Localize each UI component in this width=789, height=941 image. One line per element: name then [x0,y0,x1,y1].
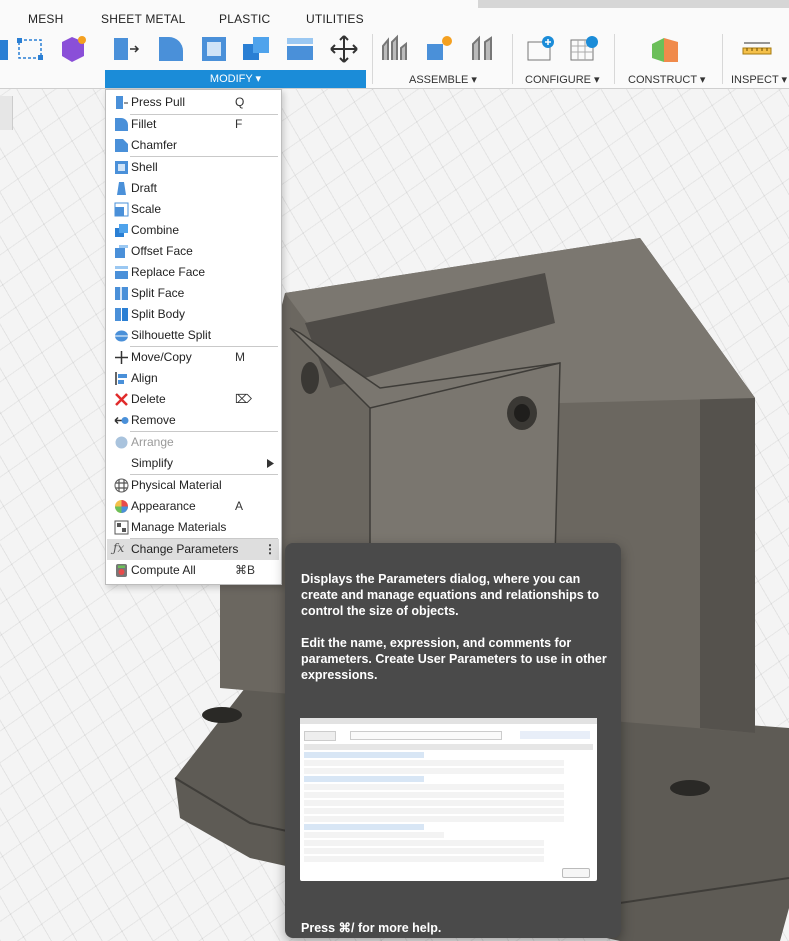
silhouette-split-icon [115,330,128,342]
menu-item-manage-materials[interactable]: Manage Materials [107,517,279,538]
press-pull-tool-icon[interactable] [111,34,141,64]
fx-icon: ƒx [113,541,125,555]
submenu-arrow-icon [267,459,274,468]
menu-item-align[interactable]: Align [107,368,279,389]
create-tool-icon[interactable] [0,34,10,64]
offset-face-icon [115,245,128,258]
menu-item-simplify[interactable]: Simplify [107,453,279,474]
fillet-tool-icon[interactable] [156,34,186,64]
menu-item-split-face[interactable]: Split Face [107,283,279,304]
form-icon[interactable] [58,34,88,64]
mount-hole [670,780,710,796]
draft-icon [117,182,126,195]
move-tool-icon[interactable] [329,34,359,64]
shell-icon [115,161,128,174]
compute-all-icon [116,564,127,577]
menu-item-move-copy[interactable]: Move/Copy M [107,347,279,368]
configure-group-button[interactable]: CONFIGURE ▾ [525,73,600,86]
remove-icon [114,416,129,425]
tab-utilities[interactable]: UTILITIES [306,12,364,26]
delete-icon [115,393,128,406]
menu-item-scale[interactable]: Scale [107,199,279,220]
menu-item-draft[interactable]: Draft [107,178,279,199]
sketch-pattern-icon[interactable] [15,34,45,64]
align-icon [115,372,127,385]
toolbar-separator [512,34,513,84]
replace-face-tool-icon[interactable] [285,34,315,64]
inspect-group-button[interactable]: INSPECT ▾ [731,73,787,86]
menu-item-replace-face[interactable]: Replace Face [107,262,279,283]
menu-item-appearance[interactable]: Appearance A [107,496,279,517]
shell-tool-icon[interactable] [199,34,229,64]
combine-icon [115,224,128,237]
workspace-tabs: MESH SHEET METAL PLASTIC UTILITIES [0,0,789,36]
move-copy-icon [115,351,128,364]
scale-icon [114,202,129,217]
modify-menu: Press Pull Q Fillet F Chamfer Shell Draf… [105,89,282,585]
appearance-icon [115,500,128,513]
arrange-icon [115,436,128,449]
toolbar: MESH SHEET METAL PLASTIC UTILITIES MODIF… [0,0,789,89]
new-component-icon[interactable] [424,34,454,64]
menu-item-offset-face[interactable]: Offset Face [107,241,279,262]
menu-item-combine[interactable]: Combine [107,220,279,241]
tooltip-description: Displays the Parameters dialog, where yo… [301,572,599,618]
menu-item-remove[interactable]: Remove [107,410,279,431]
replace-face-icon [115,266,128,279]
construct-plane-icon[interactable] [650,34,680,64]
command-tooltip: Displays the Parameters dialog, where yo… [285,543,621,938]
toolbar-separator [722,34,723,84]
toolbar-separator [614,34,615,84]
menu-item-fillet[interactable]: Fillet F [107,114,279,135]
construct-group-button[interactable]: CONSTRUCT ▾ [628,73,705,86]
split-body-icon [115,308,128,321]
tab-mesh[interactable]: MESH [28,12,63,26]
measure-icon[interactable] [742,34,772,64]
mount-hole [202,707,242,723]
tooltip-detail: Edit the name, expression, and comments … [301,636,607,682]
split-face-icon [115,287,128,300]
configure-grid-icon[interactable] [569,34,599,64]
menu-item-compute-all[interactable]: Compute All ⌘B [107,560,279,581]
more-options-icon[interactable]: ⋮ [264,542,276,556]
browser-panel-edge[interactable] [0,96,13,130]
menu-item-split-body[interactable]: Split Body [107,304,279,325]
menu-item-arrange[interactable]: Arrange [107,432,279,453]
tab-sheet-metal[interactable]: SHEET METAL [101,12,185,26]
physical-material-icon [114,478,129,493]
assemble-group-button[interactable]: ASSEMBLE ▾ [409,73,477,86]
press-pull-icon [116,96,128,109]
fillet-icon [115,118,128,131]
menu-item-chamfer[interactable]: Chamfer [107,135,279,156]
menu-item-delete[interactable]: Delete ⌦ [107,389,279,410]
manage-materials-icon [114,520,129,535]
toolbar-separator [372,34,373,84]
chamfer-icon [115,139,128,152]
menu-item-change-parameters[interactable]: ƒx Change Parameters ⋮ [107,539,279,560]
joint-icon[interactable] [380,34,410,64]
tab-plastic[interactable]: PLASTIC [219,12,270,26]
tooltip-help-hint: Press ⌘/ for more help. [301,921,442,935]
menu-item-physical-material[interactable]: Physical Material [107,475,279,496]
menu-item-silhouette-split[interactable]: Silhouette Split [107,325,279,346]
modify-group-button[interactable]: MODIFY ▾ [105,70,366,88]
parameters-dialog-preview [300,718,597,881]
as-built-joint-icon[interactable] [468,34,498,64]
combine-tool-icon[interactable] [241,34,271,64]
configure-table-icon[interactable] [526,34,556,64]
menu-item-shell[interactable]: Shell [107,157,279,178]
menu-item-press-pull[interactable]: Press Pull Q [107,92,279,113]
